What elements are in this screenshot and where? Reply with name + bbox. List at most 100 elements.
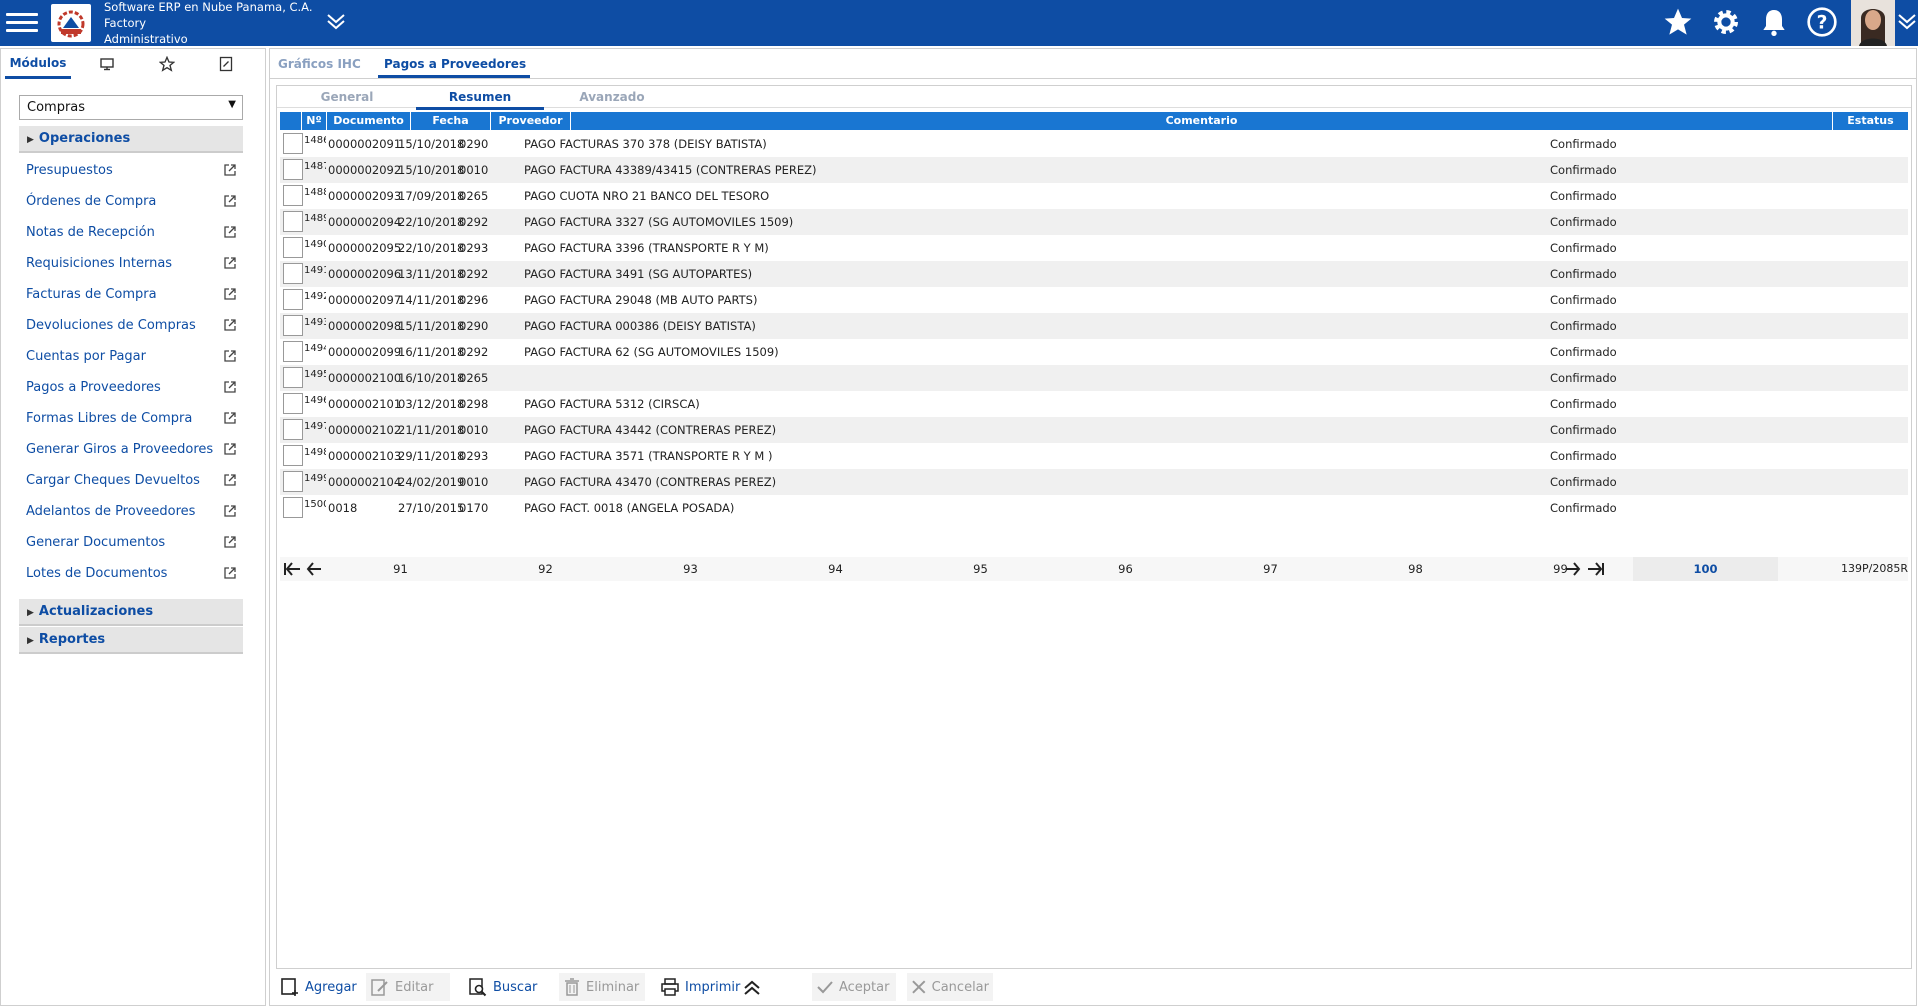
external-link-icon[interactable] (223, 256, 237, 270)
search-button[interactable]: Buscar (464, 973, 541, 1001)
page-link[interactable]: 96 (1053, 557, 1198, 581)
page-link[interactable]: 93 (618, 557, 763, 581)
table-row[interactable]: 1490000000209522/10/20180293PAGO FACTURA… (280, 235, 1908, 261)
external-link-icon[interactable] (223, 287, 237, 301)
row-checkbox[interactable] (283, 497, 303, 518)
table-row[interactable]: 1500001827/10/20150170PAGO FACT. 0018 (A… (280, 495, 1908, 521)
sidebar-item[interactable]: Adelantos de Proveedores (19, 496, 243, 527)
page-link[interactable]: 92 (473, 557, 618, 581)
row-checkbox[interactable] (283, 211, 303, 232)
external-link-icon[interactable] (223, 194, 237, 208)
header-proveedor[interactable]: Proveedor (491, 112, 571, 130)
help-icon[interactable]: ? (1806, 6, 1838, 38)
sidebar-item[interactable]: Cuentas por Pagar (19, 341, 243, 372)
tab-monitor[interactable] (87, 49, 127, 79)
table-row[interactable]: 1492000000209714/11/20180296PAGO FACTURA… (280, 287, 1908, 313)
cancel-button[interactable]: Cancelar (907, 973, 993, 1001)
sidebar-item[interactable]: Generar Giros a Proveedores (19, 434, 243, 465)
last-page-icon[interactable] (1586, 560, 1606, 578)
external-link-icon[interactable] (223, 566, 237, 580)
star-icon[interactable] (1662, 6, 1694, 38)
page-link[interactable]: 91 (328, 557, 473, 581)
sidebar-item[interactable]: Generar Documentos (19, 527, 243, 558)
sidebar-item[interactable]: Notas de Recepción (19, 217, 243, 248)
header-comentario[interactable]: Comentario (571, 112, 1833, 130)
page-link[interactable]: 95 (908, 557, 1053, 581)
first-page-icon[interactable] (282, 560, 302, 578)
tab-pagos-proveedores[interactable]: Pagos a Proveedores (378, 57, 531, 78)
chevron-double-down-icon[interactable] (325, 10, 347, 32)
module-select[interactable]: Compras ▼ (19, 95, 243, 120)
page-link[interactable]: 98 (1343, 557, 1488, 581)
tab-graficos-ihc[interactable]: Gráficos IHC (278, 57, 361, 71)
table-row[interactable]: 1487000000209215/10/20180010PAGO FACTURA… (280, 157, 1908, 183)
page-link[interactable]: 97 (1198, 557, 1343, 581)
sidebar-item[interactable]: Órdenes de Compra (19, 186, 243, 217)
previous-page-icon[interactable] (305, 560, 323, 578)
table-row[interactable]: 1495000000210016/10/20180265Confirmado (280, 365, 1908, 391)
sidebar-item[interactable]: Requisiciones Internas (19, 248, 243, 279)
next-page-icon[interactable] (1564, 560, 1582, 578)
table-row[interactable]: 1499000000210424/02/20190010PAGO FACTURA… (280, 469, 1908, 495)
header-fecha[interactable]: Fecha (411, 112, 491, 130)
row-checkbox[interactable] (283, 419, 303, 440)
group-operaciones[interactable]: ▶ Operaciones (19, 126, 243, 153)
row-checkbox[interactable] (283, 289, 303, 310)
subtab-avanzado[interactable]: Avanzado (562, 90, 662, 104)
tab-documents[interactable] (206, 49, 246, 79)
external-link-icon[interactable] (223, 380, 237, 394)
delete-button[interactable]: Eliminar (559, 973, 645, 1001)
external-link-icon[interactable] (223, 535, 237, 549)
external-link-icon[interactable] (223, 318, 237, 332)
table-row[interactable]: 1489000000209422/10/20180292PAGO FACTURA… (280, 209, 1908, 235)
row-checkbox[interactable] (283, 133, 303, 154)
sidebar-item[interactable]: Facturas de Compra (19, 279, 243, 310)
external-link-icon[interactable] (223, 349, 237, 363)
sidebar-item[interactable]: Pagos a Proveedores (19, 372, 243, 403)
table-row[interactable]: 1496000000210103/12/20180298PAGO FACTURA… (280, 391, 1908, 417)
header-documento[interactable]: Documento (327, 112, 411, 130)
table-row[interactable]: 1498000000210329/11/20180293PAGO FACTURA… (280, 443, 1908, 469)
external-link-icon[interactable] (223, 504, 237, 518)
tab-modulos[interactable]: Módulos (5, 49, 71, 79)
page-link[interactable]: 100 (1633, 557, 1778, 581)
gear-icon[interactable] (1710, 6, 1742, 38)
accept-button[interactable]: Aceptar (812, 973, 896, 1001)
external-link-icon[interactable] (223, 411, 237, 425)
print-button[interactable]: Imprimir (656, 973, 744, 1001)
row-checkbox[interactable] (283, 367, 303, 388)
sidebar-item[interactable]: Lotes de Documentos (19, 558, 243, 589)
page-link[interactable]: 94 (763, 557, 908, 581)
header-estatus[interactable]: Estatus (1833, 112, 1908, 130)
table-row[interactable]: 1497000000210221/11/20180010PAGO FACTURA… (280, 417, 1908, 443)
table-row[interactable]: 1486000000209115/10/20180290PAGO FACTURA… (280, 131, 1908, 157)
external-link-icon[interactable] (223, 442, 237, 456)
row-checkbox[interactable] (283, 341, 303, 362)
row-checkbox[interactable] (283, 237, 303, 258)
table-row[interactable]: 1488000000209317/09/20180265PAGO CUOTA N… (280, 183, 1908, 209)
external-link-icon[interactable] (223, 163, 237, 177)
row-checkbox[interactable] (283, 159, 303, 180)
table-row[interactable]: 1491000000209613/11/20180292PAGO FACTURA… (280, 261, 1908, 287)
hamburger-menu-icon[interactable] (6, 8, 38, 38)
external-link-icon[interactable] (223, 473, 237, 487)
group-reportes[interactable]: ▶ Reportes (19, 627, 243, 654)
sidebar-item[interactable]: Formas Libres de Compra (19, 403, 243, 434)
row-checkbox[interactable] (283, 471, 303, 492)
table-row[interactable]: 1494000000209916/11/20180292PAGO FACTURA… (280, 339, 1908, 365)
chevron-double-down-icon[interactable] (1897, 10, 1917, 32)
sidebar-item[interactable]: Cargar Cheques Devueltos (19, 465, 243, 496)
sidebar-item[interactable]: Devoluciones de Compras (19, 310, 243, 341)
chevron-double-up-icon[interactable] (742, 979, 762, 997)
row-checkbox[interactable] (283, 263, 303, 284)
subtab-resumen[interactable]: Resumen (416, 90, 544, 110)
row-checkbox[interactable] (283, 445, 303, 466)
edit-button[interactable]: Editar (366, 973, 450, 1001)
page-link[interactable]: 99 (1488, 557, 1633, 581)
add-button[interactable]: Agregar (276, 973, 361, 1001)
external-link-icon[interactable] (223, 225, 237, 239)
user-avatar[interactable] (1851, 0, 1895, 46)
bell-icon[interactable] (1758, 6, 1790, 38)
row-checkbox[interactable] (283, 315, 303, 336)
header-num[interactable]: Nº (302, 112, 327, 130)
